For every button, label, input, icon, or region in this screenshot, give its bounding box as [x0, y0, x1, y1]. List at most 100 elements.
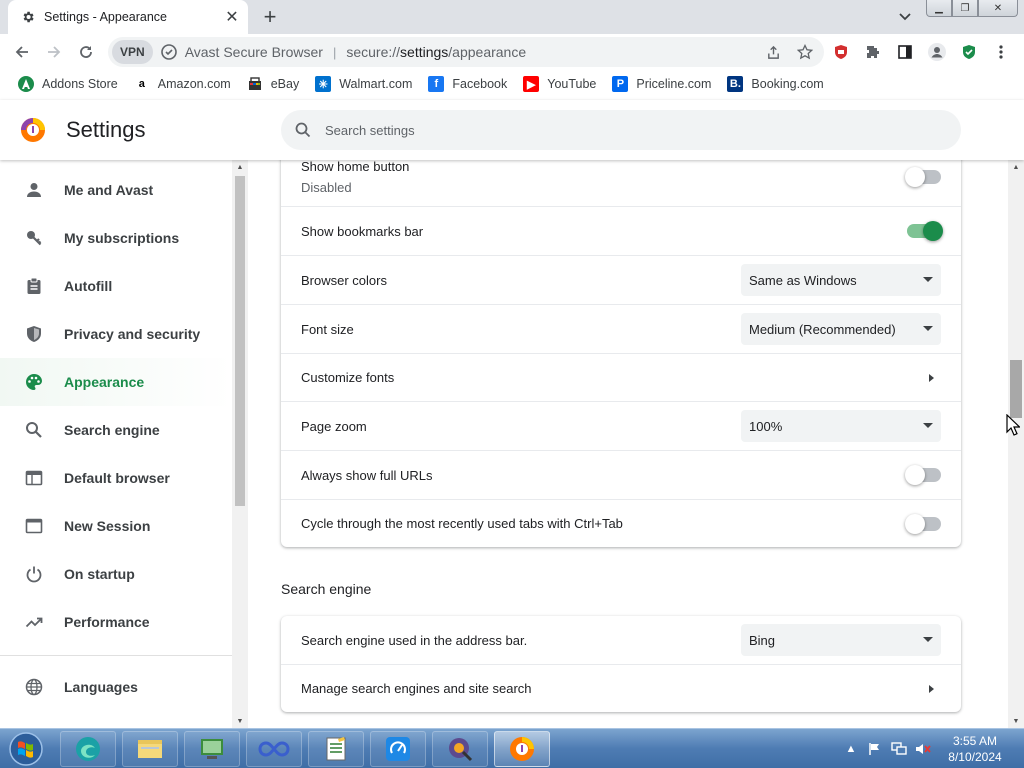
- page-scroll-thumb[interactable]: [1010, 360, 1022, 418]
- network-icon[interactable]: [890, 740, 908, 758]
- taskbar-clock[interactable]: 3:55 AM 8/10/2024: [940, 733, 1010, 765]
- bookmark-label: YouTube: [547, 77, 597, 91]
- page-zoom-row: Page zoom 100%: [281, 401, 961, 450]
- sidebar-item-appearance[interactable]: Appearance: [0, 358, 232, 406]
- close-tab-icon[interactable]: ✕: [222, 7, 242, 27]
- appearance-card: Show home button Disabled Show bookmarks…: [281, 160, 961, 547]
- sidebar-item-label: Languages: [64, 679, 138, 695]
- font-size-select[interactable]: Medium (Recommended): [741, 313, 941, 345]
- bookmark-item[interactable]: P Priceline.com: [606, 72, 717, 96]
- bookmark-item[interactable]: ✳ Walmart.com: [309, 72, 418, 96]
- bookmark-item[interactable]: B. Booking.com: [721, 72, 829, 96]
- extension-icons: [828, 38, 1014, 66]
- search-engine-select[interactable]: Bing: [741, 624, 941, 656]
- address-bar[interactable]: VPN Avast Secure Browser | secure://sett…: [108, 37, 824, 67]
- page-scrollbar[interactable]: ▲ ▼: [1008, 160, 1024, 728]
- taskbar-app-avast-browser-icon[interactable]: [494, 731, 550, 767]
- sidebar-item-me-and-avast[interactable]: Me and Avast: [0, 166, 232, 214]
- bookmark-item[interactable]: a Amazon.com: [128, 72, 237, 96]
- bookmark-label: Amazon.com: [157, 77, 231, 91]
- menu-kebab-icon[interactable]: [988, 38, 1014, 66]
- facebook-icon: f: [428, 76, 445, 92]
- page-title: Settings: [66, 117, 146, 142]
- bookmark-star-icon[interactable]: [794, 41, 816, 63]
- taskbar-app-infinity-icon[interactable]: [246, 731, 302, 767]
- tab-search-icon[interactable]: [893, 6, 917, 28]
- back-button[interactable]: [6, 36, 38, 68]
- scroll-up-arrow-icon[interactable]: ▲: [1008, 160, 1024, 174]
- forward-button[interactable]: [38, 36, 70, 68]
- sidebar-item-default-browser[interactable]: Default browser: [0, 454, 232, 502]
- always-show-full-urls-row[interactable]: Always show full URLs: [281, 450, 961, 499]
- bookmarks-bar-toggle[interactable]: [907, 221, 943, 241]
- show-bookmarks-bar-row[interactable]: Show bookmarks bar: [281, 206, 961, 255]
- chevron-right-icon: [929, 685, 934, 693]
- sidebar-item-label: Me and Avast: [64, 182, 154, 198]
- sidebar-scrollbar[interactable]: ▲ ▼: [232, 160, 248, 728]
- url-path: /appearance: [448, 44, 527, 60]
- extensions-puzzle-icon[interactable]: [860, 38, 886, 66]
- bookmark-item[interactable]: eBay: [241, 72, 306, 96]
- vpn-button[interactable]: VPN: [112, 40, 153, 64]
- browser-icon: [24, 468, 44, 488]
- sidebar-item-privacy-and-security[interactable]: Privacy and security: [0, 310, 232, 358]
- profile-avatar-icon[interactable]: [924, 38, 950, 66]
- show-home-button-row[interactable]: Show home button Disabled: [281, 160, 961, 206]
- sidebar-item-my-subscriptions[interactable]: My subscriptions: [0, 214, 232, 262]
- sidebar-item-autofill[interactable]: Autofill: [0, 262, 232, 310]
- sidebar-item-languages[interactable]: Languages: [0, 663, 232, 711]
- full-urls-toggle[interactable]: [905, 465, 941, 485]
- browser-colors-select[interactable]: Same as Windows: [741, 264, 941, 296]
- settings-search-bar[interactable]: [281, 110, 961, 150]
- taskbar-app-network-icon[interactable]: [184, 731, 240, 767]
- search-input[interactable]: [325, 122, 925, 138]
- taskbar-app-speedtest-icon[interactable]: [370, 731, 426, 767]
- windows-taskbar: ▲ 3:55 AM 8/10/2024: [0, 728, 1024, 768]
- search-icon: [293, 120, 313, 140]
- window-close-button[interactable]: ✕: [978, 0, 1018, 17]
- bookmark-item[interactable]: Addons Store: [12, 72, 124, 96]
- bookmark-item[interactable]: ▶ YouTube: [517, 72, 602, 96]
- manage-search-engines-row[interactable]: Manage search engines and site search: [281, 664, 961, 712]
- amazon-icon: a: [133, 76, 150, 92]
- search-engine-row: Search engine used in the address bar. B…: [281, 616, 961, 664]
- start-button[interactable]: [4, 730, 48, 768]
- sidebar-item-on-startup[interactable]: On startup: [0, 550, 232, 598]
- dropdown-caret-icon: [923, 423, 933, 428]
- tray-expand-icon[interactable]: ▲: [842, 740, 860, 758]
- volume-muted-icon[interactable]: [914, 740, 932, 758]
- scroll-down-arrow-icon[interactable]: ▼: [232, 714, 248, 728]
- restore-button[interactable]: ❐: [952, 0, 978, 17]
- home-button-toggle[interactable]: [905, 167, 941, 187]
- taskbar-app-explorer-icon[interactable]: [122, 731, 178, 767]
- cycle-tabs-row[interactable]: Cycle through the most recently used tab…: [281, 499, 961, 547]
- sidebar-item-search-engine[interactable]: Search engine: [0, 406, 232, 454]
- share-icon[interactable]: [762, 41, 784, 63]
- scroll-down-arrow-icon[interactable]: ▼: [1008, 714, 1024, 728]
- taskbar-app-notepad-icon[interactable]: [308, 731, 364, 767]
- tab-settings-appearance[interactable]: Settings - Appearance ✕: [8, 0, 248, 34]
- tab-title: Settings - Appearance: [44, 10, 167, 24]
- avast-shield-icon[interactable]: [160, 44, 177, 60]
- toggle-knob: [905, 167, 925, 187]
- customize-fonts-row[interactable]: Customize fonts: [281, 353, 961, 401]
- globe-icon: [24, 677, 44, 697]
- bookmark-item[interactable]: f Facebook: [422, 72, 513, 96]
- page-zoom-select[interactable]: 100%: [741, 410, 941, 442]
- reload-button[interactable]: [70, 36, 102, 68]
- scroll-up-arrow-icon[interactable]: ▲: [232, 160, 248, 174]
- taskbar-app-edge-icon[interactable]: [60, 731, 116, 767]
- action-center-flag-icon[interactable]: [866, 740, 884, 758]
- sidebar-item-new-session[interactable]: New Session: [0, 502, 232, 550]
- sidebar-scroll-thumb[interactable]: [235, 176, 245, 506]
- sidebar-item-performance[interactable]: Performance: [0, 598, 232, 646]
- new-tab-button[interactable]: +: [258, 4, 282, 29]
- taskbar-app-vpn-icon[interactable]: [432, 731, 488, 767]
- booking-icon: B.: [727, 76, 744, 92]
- avast-security-icon[interactable]: [956, 38, 982, 66]
- sidebar-toggle-icon[interactable]: [892, 38, 918, 66]
- cycle-tabs-toggle[interactable]: [905, 514, 941, 534]
- adblock-icon[interactable]: [828, 38, 854, 66]
- minimize-button[interactable]: ▁: [926, 0, 952, 17]
- select-value: Same as Windows: [749, 272, 857, 288]
